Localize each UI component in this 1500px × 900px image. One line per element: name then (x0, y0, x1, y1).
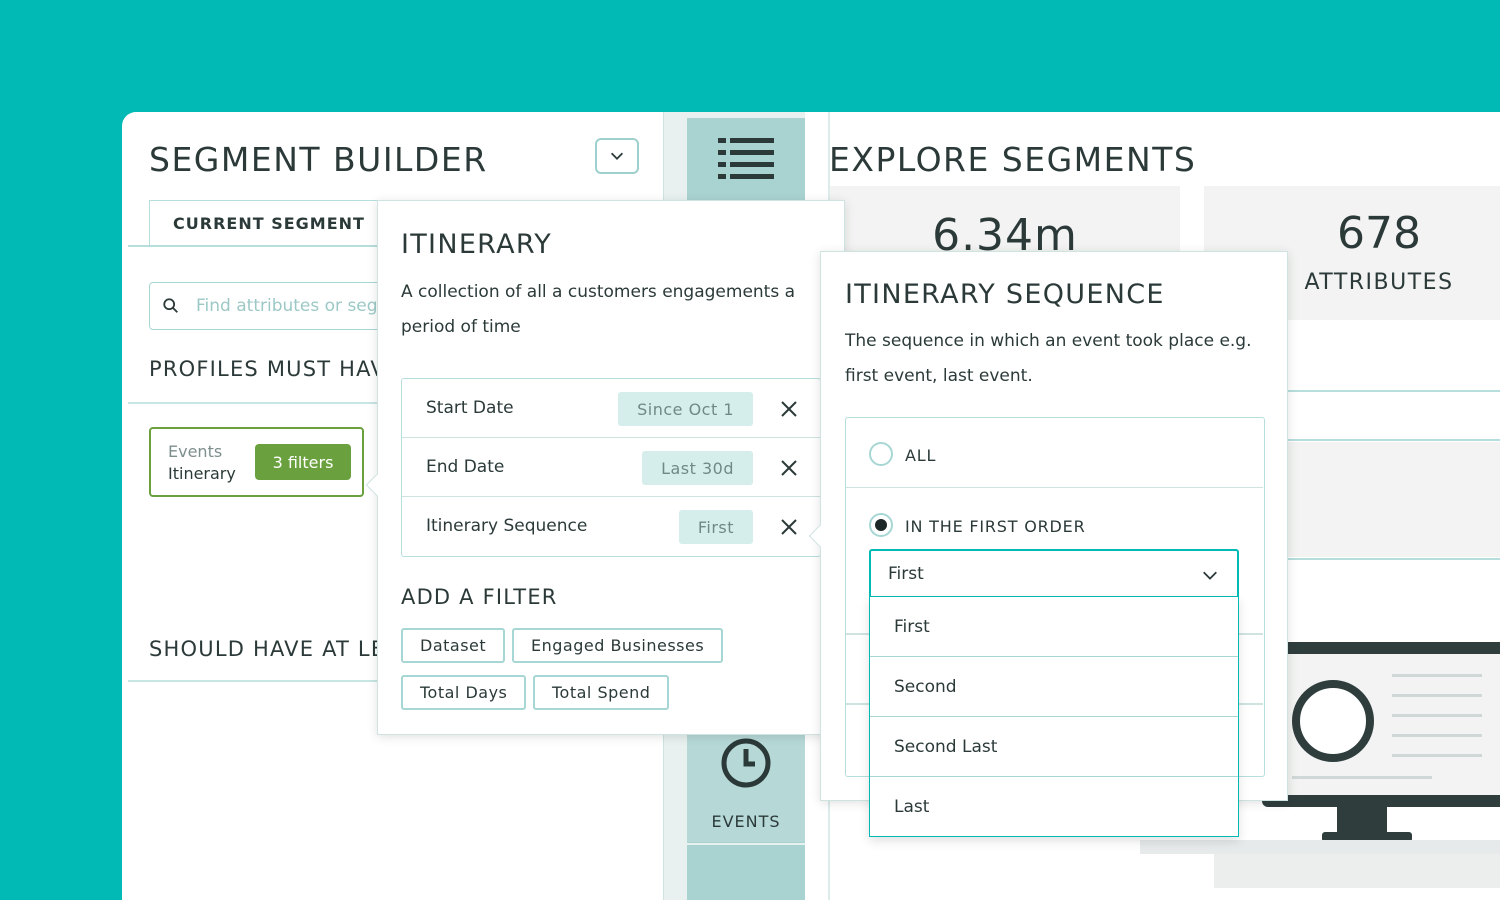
filters-count-badge[interactable]: 3 filters (255, 444, 351, 480)
filter-label: Itinerary Sequence (426, 516, 588, 536)
filter-value-chip[interactable]: Last 30d (642, 451, 753, 485)
clock-icon (721, 738, 771, 788)
add-filter-engaged-businesses-button[interactable]: Engaged Businesses (512, 628, 724, 663)
chevron-down-icon (1203, 571, 1217, 580)
menu-item-first[interactable]: First (870, 597, 1238, 657)
screen-bar (1292, 776, 1432, 779)
screen-bar (1392, 674, 1482, 677)
radio-first-order[interactable] (869, 513, 893, 537)
select-value: First (888, 564, 924, 584)
segment-dropdown-button[interactable] (595, 138, 639, 174)
option-label: IN THE FIRST ORDER (905, 517, 1086, 536)
add-filter-total-spend-button[interactable]: Total Spend (533, 675, 670, 710)
add-filter-title: ADD A FILTER (401, 585, 558, 609)
menu-item-last[interactable]: Last (870, 777, 1238, 837)
chip-category: Events (168, 442, 223, 461)
ring-graphic (1292, 680, 1374, 762)
menu-item-label: First (894, 617, 930, 637)
menu-item-second-last[interactable]: Second Last (870, 717, 1238, 777)
close-icon[interactable] (780, 400, 798, 418)
monitor-stand (1337, 807, 1387, 835)
option-all[interactable]: ALL (846, 418, 1263, 488)
rail-divider (687, 843, 805, 845)
screen-bar (1392, 734, 1482, 737)
add-filter-dataset-button[interactable]: Dataset (401, 628, 506, 663)
desk-surface (1140, 840, 1500, 854)
chevron-down-icon (610, 152, 624, 160)
filter-label: End Date (426, 457, 505, 477)
filter-label: Start Date (426, 398, 514, 418)
menu-item-label: Second (894, 677, 957, 697)
menu-item-label: Last (894, 797, 930, 817)
menu-item-second[interactable]: Second (870, 657, 1238, 717)
itinerary-popover: ITINERARY A collection of all a customer… (365, 200, 845, 735)
explore-segments-title: EXPLORE SEGMENTS (829, 140, 1197, 179)
screen-bar (1392, 714, 1482, 717)
popover-title: ITINERARY SEQUENCE (845, 279, 1165, 310)
menu-item-label: Second Last (894, 737, 998, 757)
segment-builder-title: SEGMENT BUILDER (149, 140, 488, 179)
select-menu: First Second Second Last Last (869, 597, 1239, 837)
desk-base (1214, 854, 1500, 888)
add-filter-total-days-button[interactable]: Total Days (401, 675, 527, 710)
tab-current-segment[interactable]: CURRENT SEGMENT (149, 200, 389, 246)
event-itinerary-chip[interactable]: Events Itinerary 3 filters (149, 427, 364, 497)
popover-description: The sequence in which an event took plac… (845, 331, 1252, 386)
radio-all[interactable] (869, 442, 893, 466)
sequence-order-select[interactable]: First (869, 549, 1239, 598)
filter-value-chip[interactable]: Since Oct 1 (618, 392, 753, 426)
search-icon (163, 298, 178, 313)
filter-row-itinerary-sequence[interactable]: Itinerary Sequence First (402, 497, 820, 556)
rail-item-events[interactable]: EVENTS (687, 717, 805, 842)
filter-list: Start Date Since Oct 1 End Date Last 30d… (401, 378, 821, 557)
monitor-screen (1274, 654, 1500, 795)
list-menu-button[interactable] (687, 118, 805, 200)
popover-description: A collection of all a customers engageme… (401, 282, 796, 337)
section-profiles-must-have: PROFILES MUST HAVE (149, 357, 401, 381)
screen-bar (1392, 694, 1482, 697)
chip-name: Itinerary (168, 464, 236, 483)
close-icon[interactable] (780, 459, 798, 477)
popover-title: ITINERARY (401, 229, 553, 260)
screen-bar (1392, 754, 1482, 757)
filter-row-start-date[interactable]: Start Date Since Oct 1 (402, 379, 820, 438)
rail-item-label: EVENTS (711, 812, 781, 831)
close-icon[interactable] (780, 518, 798, 536)
filter-value-chip[interactable]: First (678, 510, 753, 544)
filter-row-end-date[interactable]: End Date Last 30d (402, 438, 820, 497)
list-icon (718, 138, 774, 179)
placeholder-block (1282, 442, 1500, 557)
option-label: ALL (905, 446, 937, 465)
